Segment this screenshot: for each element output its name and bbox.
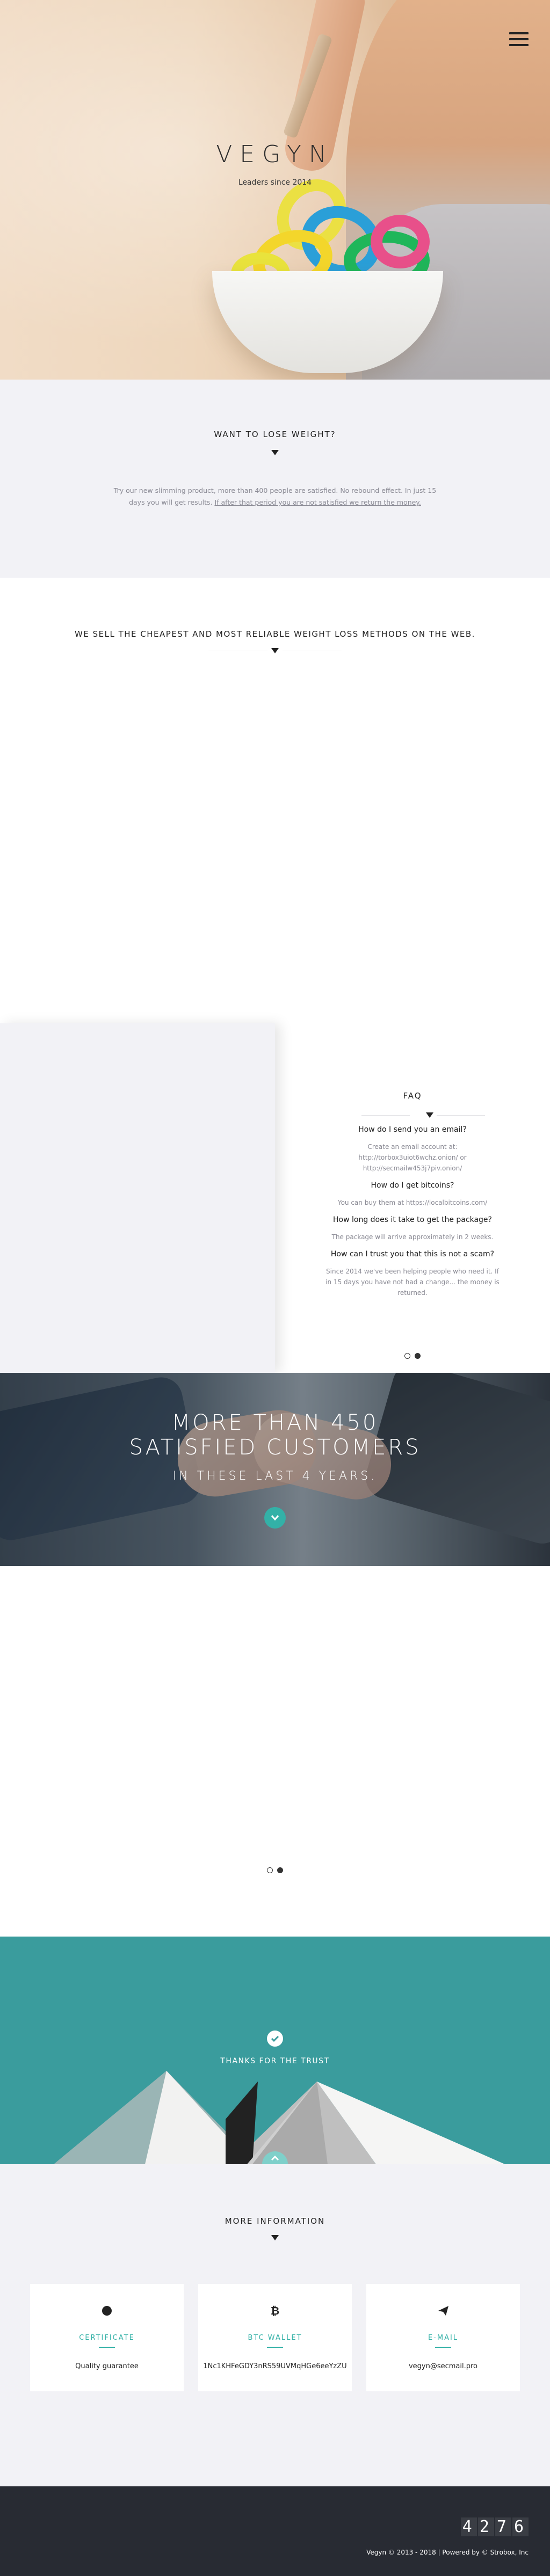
measuring-tape: [371, 215, 430, 268]
info-card-label: E-MAIL: [428, 2334, 459, 2342]
divider: [361, 1115, 410, 1116]
testimonials-section: [0, 1566, 550, 1937]
faq-list: How do I send you an email? Create an em…: [323, 1124, 502, 1305]
menu-bar: [509, 38, 529, 40]
circle-icon: [102, 2306, 112, 2316]
intro-title: WANT TO LOSE WEIGHT?: [214, 430, 336, 439]
faq-question: How long does it take to get the package…: [333, 1216, 492, 1224]
hamburger-menu-icon[interactable]: [509, 32, 529, 48]
more-info-title: MORE INFORMATION: [225, 2216, 325, 2226]
chevron-down-icon: [271, 1515, 279, 1521]
hero-section: VEGYN Leaders since 2014: [0, 0, 550, 380]
customers-headline: MORE THAN 450: [171, 1410, 379, 1435]
intro-text: Try our new slimming product, more than …: [108, 485, 442, 508]
paper-plane-icon: [438, 2306, 448, 2316]
faq-question: How can I trust you that this is not a s…: [330, 1250, 495, 1258]
email-address-link[interactable]: vegyn@secmail.pro: [366, 2362, 520, 2370]
counter-digit: 7: [495, 2517, 511, 2536]
faq-section: FAQ How do I send you an email? Create a…: [0, 1023, 550, 1373]
arrow-down-icon: [271, 450, 279, 455]
testimonials-pagination: [0, 1865, 550, 1875]
back-to-top-button[interactable]: [262, 2151, 288, 2164]
faq-title: FAQ: [403, 1091, 422, 1101]
customers-headline: SATISFIED CUSTOMERS: [129, 1435, 421, 1460]
footer: 4276 Vegyn © 2013 - 2018 | Powered by © …: [0, 2486, 550, 2576]
pagination-dot-active[interactable]: [415, 1353, 421, 1359]
bitcoin-icon: ₿: [271, 2304, 279, 2317]
counter-digit: 6: [512, 2517, 529, 2536]
customers-banner: MORE THAN 450 SATISFIED CUSTOMERS IN THE…: [0, 1373, 550, 1566]
divider: [99, 2347, 115, 2348]
faq-answer: You can buy them at https://localbitcoin…: [337, 1199, 488, 1206]
trust-label: THANKS FOR THE TRUST: [220, 2057, 330, 2065]
faq-answer: Since 2014 we've been helping people who…: [325, 1268, 500, 1297]
brand-logo: VEGYN: [216, 141, 334, 168]
counter-digit: 4: [460, 2517, 477, 2536]
copyright-text: Vegyn © 2013 - 2018 | Powered by © Strob…: [366, 2549, 529, 2556]
arrow-down-icon: [271, 648, 279, 653]
arrow-down-icon: [271, 2235, 279, 2240]
pagination-dot[interactable]: [404, 1353, 410, 1359]
pagination-dot[interactable]: [267, 1867, 273, 1873]
svg-text:₿: ₿: [271, 2304, 279, 2317]
menu-bar: [509, 44, 529, 46]
more-info-section: MORE INFORMATION CERTIFICATE Quality gua…: [0, 2164, 550, 2486]
faq-image-panel: [0, 1023, 275, 1373]
methods-section: WE SELL THE CHEAPEST AND MOST RELIABLE W…: [0, 578, 550, 1023]
faq-pagination: [275, 1351, 550, 1361]
info-card-certificate: CERTIFICATE Quality guarantee: [30, 2284, 184, 2391]
arrow-down-icon: [426, 1112, 433, 1118]
refund-link[interactable]: If after that period you are not satisfi…: [214, 498, 421, 506]
counter-digit: 2: [477, 2517, 494, 2536]
mountains-illustration: [54, 2071, 505, 2164]
faq-question: How do I send you an email?: [358, 1125, 467, 1134]
scroll-down-button[interactable]: [264, 1507, 286, 1529]
faq-panel: FAQ How do I send you an email? Create a…: [275, 1023, 550, 1373]
btc-wallet-address[interactable]: 1Nc1KHFeGDY3nRS59UVMqHGe6eeYzZU: [198, 2362, 352, 2370]
menu-bar: [509, 32, 529, 34]
info-card-btc-wallet: ₿ BTC WALLET 1Nc1KHFeGDY3nRS59UVMqHGe6ee…: [198, 2284, 352, 2391]
info-card-label: CERTIFICATE: [79, 2334, 135, 2342]
info-card-email: E-MAIL vegyn@secmail.pro: [366, 2284, 520, 2391]
check-icon: [267, 2031, 283, 2047]
methods-title: WE SELL THE CHEAPEST AND MOST RELIABLE W…: [75, 629, 475, 639]
pagination-dot-active[interactable]: [277, 1867, 283, 1873]
divider: [267, 2347, 283, 2348]
trust-section: THANKS FOR THE TRUST: [0, 1937, 550, 2164]
info-card-value: Quality guarantee: [75, 2362, 139, 2370]
faq-question: How do I get bitcoins?: [371, 1181, 454, 1190]
faq-answer: Create an email account at: http://torbo…: [358, 1143, 467, 1172]
customers-subheadline: IN THESE LAST 4 YEARS.: [172, 1469, 378, 1483]
hero-tagline: Leaders since 2014: [238, 178, 312, 187]
chevron-up-icon: [271, 2155, 279, 2161]
divider: [437, 1115, 485, 1116]
intro-section: WANT TO LOSE WEIGHT? Try our new slimmin…: [0, 380, 550, 578]
info-card-label: BTC WALLET: [248, 2334, 302, 2342]
faq-answer: The package will arrive approximately in…: [331, 1233, 494, 1241]
divider: [435, 2347, 451, 2348]
visitor-counter: 4276: [460, 2517, 529, 2536]
